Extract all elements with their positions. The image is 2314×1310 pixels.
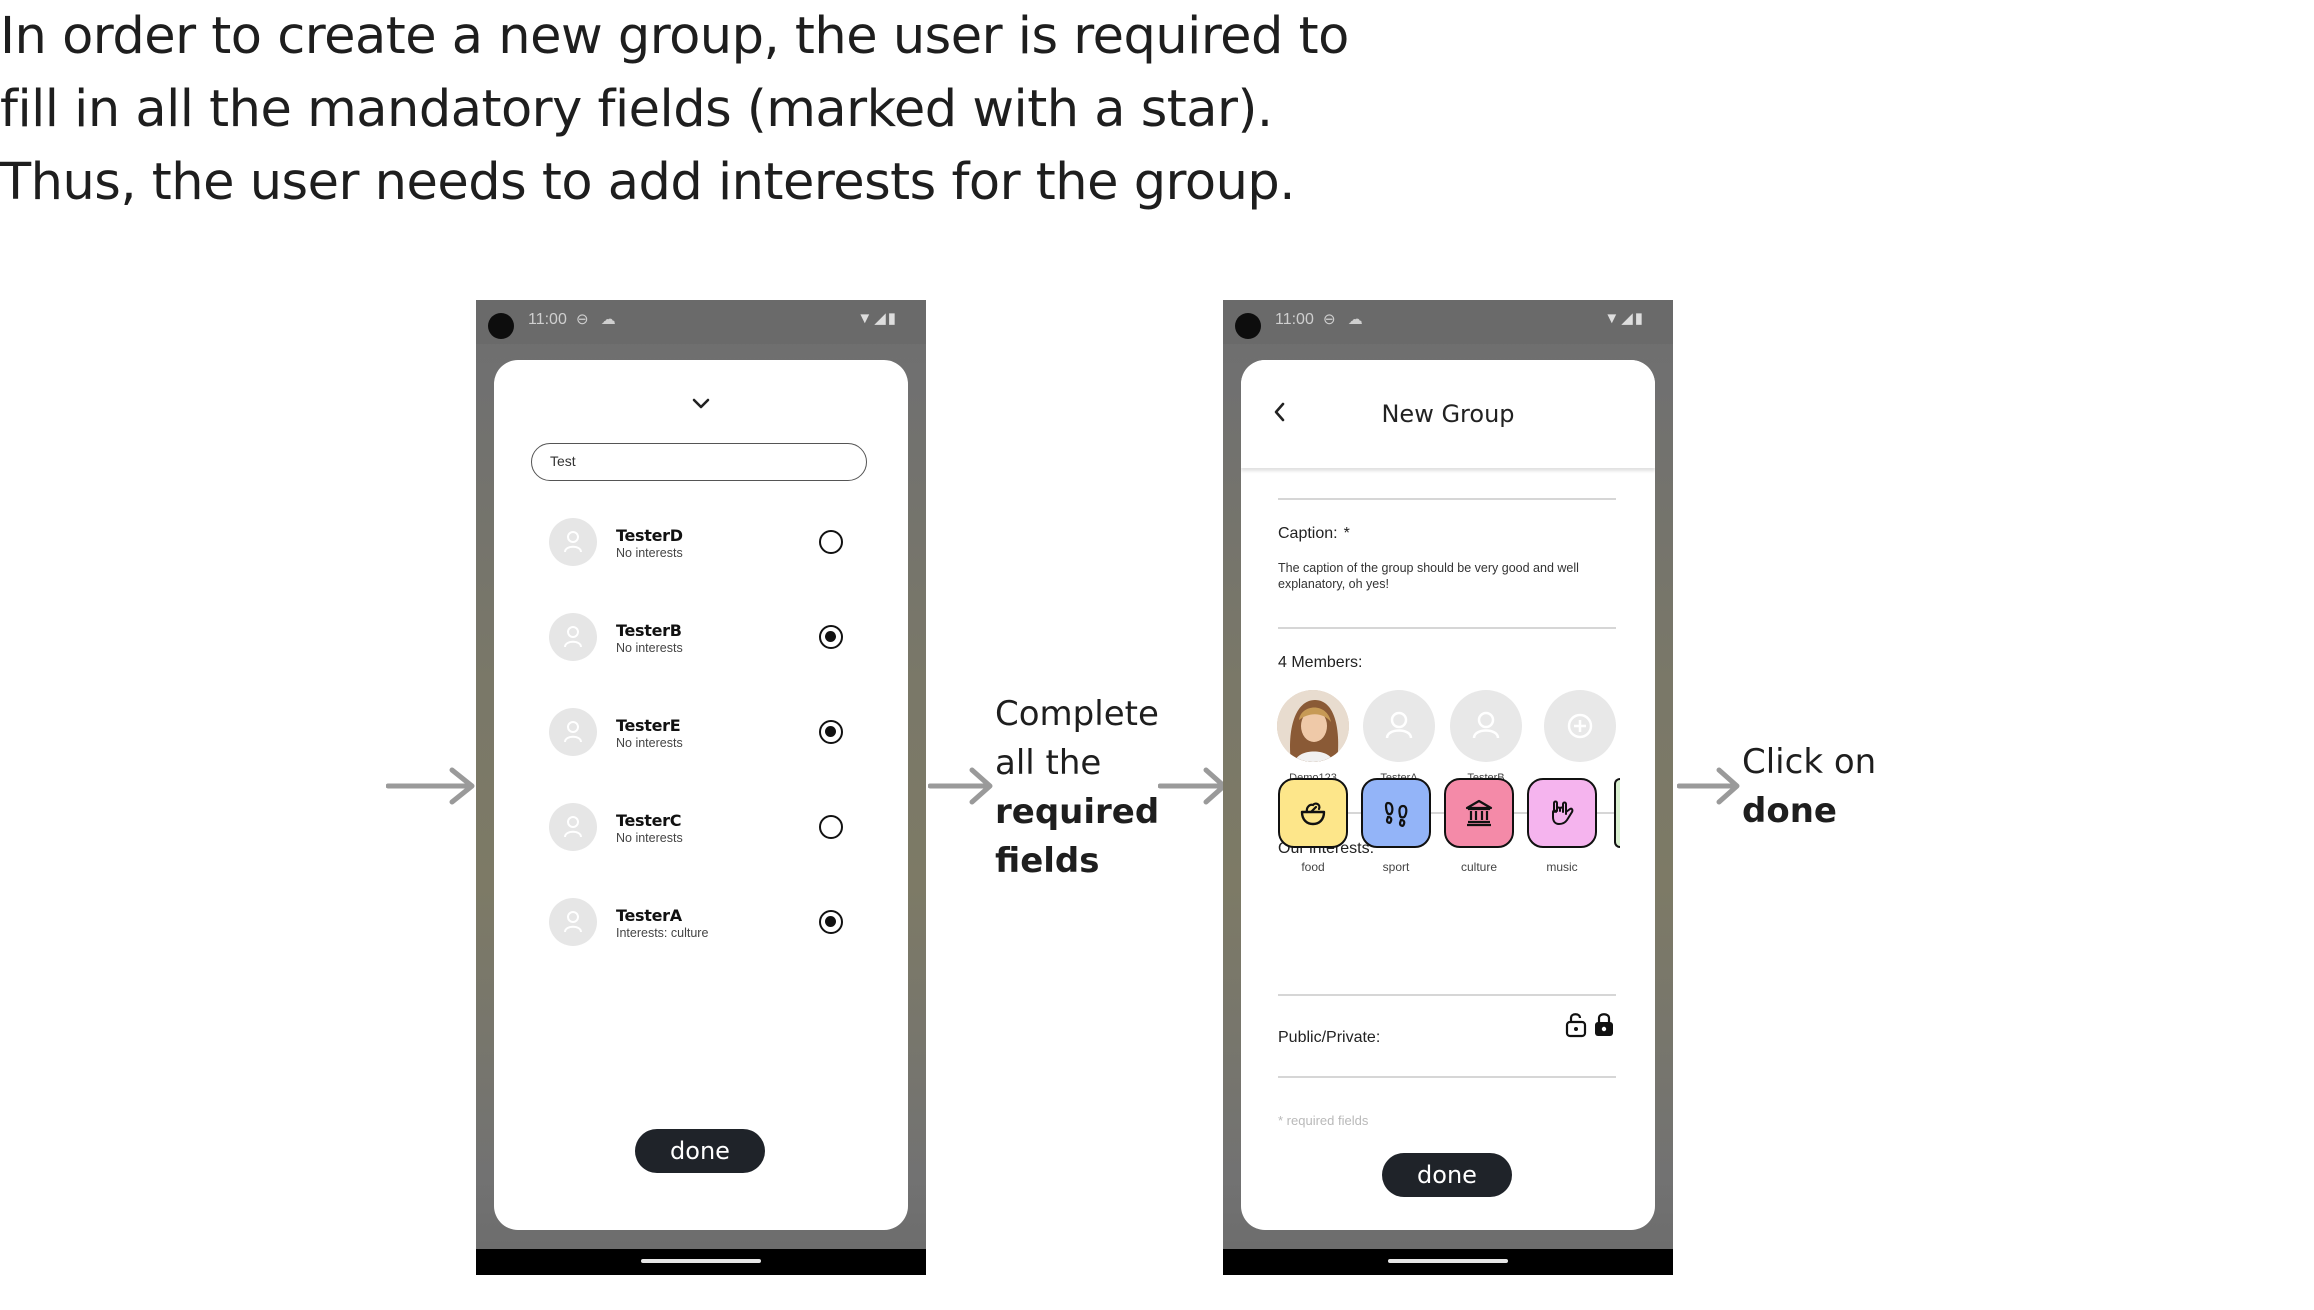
- member-avatar[interactable]: TesterB: [1450, 690, 1522, 784]
- list-item-user[interactable]: TesterC No interests: [549, 803, 859, 853]
- caption-line-bold: fields: [995, 841, 1100, 881]
- rock-hand-icon: [1527, 778, 1597, 848]
- interest-partial-tile[interactable]: [1614, 778, 1620, 848]
- bottom-sheet: Test TesterD No interests TesterB No int…: [494, 360, 908, 1230]
- user-interests: Interests: culture: [616, 926, 709, 940]
- camera-cutout: [488, 313, 514, 339]
- interest-name: music: [1546, 860, 1578, 874]
- avatar: [549, 803, 597, 851]
- caption-line: Complete: [995, 694, 1159, 734]
- app-header: New Group: [1241, 360, 1655, 468]
- avatar: [549, 898, 597, 946]
- list-item-user[interactable]: TesterA Interests: culture: [549, 898, 859, 948]
- food-bowl-icon: [1278, 778, 1348, 848]
- gesture-nav-bar: [1223, 1249, 1673, 1275]
- select-radio[interactable]: [819, 910, 843, 934]
- interest-sport[interactable]: sport: [1359, 778, 1433, 874]
- add-circle-icon: [1544, 690, 1616, 762]
- status-time: 11:00: [528, 311, 567, 328]
- intro-line: In order to create a new group, the user…: [0, 7, 1349, 66]
- middle-caption: Complete all the required fields: [995, 690, 1159, 886]
- avatar: [1277, 690, 1349, 762]
- notification-icons: ⊖ ☁: [576, 311, 620, 328]
- avatar: [1363, 690, 1435, 762]
- avatar: [549, 518, 597, 566]
- search-input[interactable]: Test: [531, 443, 867, 481]
- intro-line: fill in all the mandatory fields (marked…: [0, 80, 1273, 139]
- avatar: [549, 613, 597, 661]
- interest-name: culture: [1460, 860, 1498, 874]
- arrow-right-icon: [386, 766, 476, 806]
- interest-music[interactable]: music: [1525, 778, 1599, 874]
- intro-text: In order to create a new group, the user…: [0, 0, 1349, 219]
- divider: [1278, 1076, 1616, 1078]
- add-member-button[interactable]: [1544, 690, 1616, 762]
- done-button[interactable]: done: [1382, 1153, 1512, 1197]
- footprints-icon: [1361, 778, 1431, 848]
- gesture-nav-bar: [476, 1249, 926, 1275]
- arrow-right-icon: [928, 766, 994, 806]
- divider: [1278, 627, 1616, 629]
- privacy-label: Public/Private:: [1278, 1029, 1381, 1046]
- signal-battery-icons: ▼◢▮: [1604, 310, 1645, 327]
- user-interests: No interests: [616, 831, 683, 845]
- interest-food[interactable]: food: [1276, 778, 1350, 874]
- member-avatar[interactable]: Demo123: [1277, 690, 1349, 784]
- members-label: 4 Members:: [1278, 654, 1363, 671]
- lock-icons: [1565, 1013, 1613, 1038]
- caption-text[interactable]: The caption of the group should be very …: [1278, 560, 1608, 592]
- divider: [1278, 498, 1616, 500]
- user-interests: No interests: [616, 641, 683, 655]
- select-radio[interactable]: [819, 815, 843, 839]
- user-name: TesterD: [616, 526, 683, 545]
- select-radio[interactable]: [819, 625, 843, 649]
- list-item-user[interactable]: TesterB No interests: [549, 613, 859, 663]
- status-time: 11:00: [1275, 311, 1314, 328]
- interest-name: food: [1301, 860, 1325, 874]
- user-name: TesterC: [616, 811, 682, 830]
- home-indicator[interactable]: [1388, 1259, 1508, 1263]
- home-indicator[interactable]: [641, 1259, 761, 1263]
- caption-label: Caption: *: [1278, 525, 1350, 542]
- phone-screen-new-group: 11:00 ⊖ ☁ ▼◢▮ New Group Caption: * The ca…: [1223, 300, 1673, 1275]
- select-radio[interactable]: [819, 720, 843, 744]
- privacy-toggle[interactable]: [1564, 1010, 1618, 1043]
- user-interests: No interests: [616, 736, 683, 750]
- chevron-down-icon[interactable]: [684, 392, 718, 416]
- arrow-right-icon: [1158, 766, 1228, 806]
- user-name: TesterB: [616, 621, 682, 640]
- museum-icon: [1444, 778, 1514, 848]
- page-title: New Group: [1381, 400, 1515, 428]
- user-name: TesterA: [616, 906, 682, 925]
- member-avatar[interactable]: TesterA: [1363, 690, 1435, 784]
- user-interests: No interests: [616, 546, 683, 560]
- interest-name: sport: [1382, 860, 1410, 874]
- caption-line-bold: required: [995, 792, 1160, 832]
- status-bar: 11:00 ⊖ ☁ ▼◢▮: [476, 300, 926, 344]
- intro-line: Thus, the user needs to add interests fo…: [0, 153, 1296, 212]
- avatar: [1450, 690, 1522, 762]
- phone-screen-select-members: 11:00 ⊖ ☁ ▼◢▮ Test TesterD No interests …: [476, 300, 926, 1275]
- signal-battery-icons: ▼◢▮: [857, 310, 898, 327]
- caption-line-bold: done: [1742, 791, 1837, 831]
- list-item-user[interactable]: TesterD No interests: [549, 518, 859, 568]
- user-name: TesterE: [616, 716, 681, 735]
- new-group-sheet: New Group Caption: * The caption of the g…: [1241, 360, 1655, 1230]
- done-button[interactable]: done: [635, 1129, 765, 1173]
- required-fields-note: * required fields: [1278, 1113, 1369, 1128]
- caption-line: all the: [995, 743, 1102, 783]
- status-bar: 11:00 ⊖ ☁ ▼◢▮: [1223, 300, 1673, 344]
- avatar: [549, 708, 597, 756]
- interest-culture[interactable]: culture: [1442, 778, 1516, 874]
- camera-cutout: [1235, 313, 1261, 339]
- divider: [1278, 994, 1616, 996]
- arrow-right-icon: [1677, 766, 1741, 806]
- right-caption: Click on done: [1742, 738, 1876, 836]
- list-item-user[interactable]: TesterE No interests: [549, 708, 859, 758]
- caption-line: Click on: [1742, 742, 1877, 782]
- select-radio[interactable]: [819, 530, 843, 554]
- notification-icons: ⊖ ☁: [1323, 311, 1367, 328]
